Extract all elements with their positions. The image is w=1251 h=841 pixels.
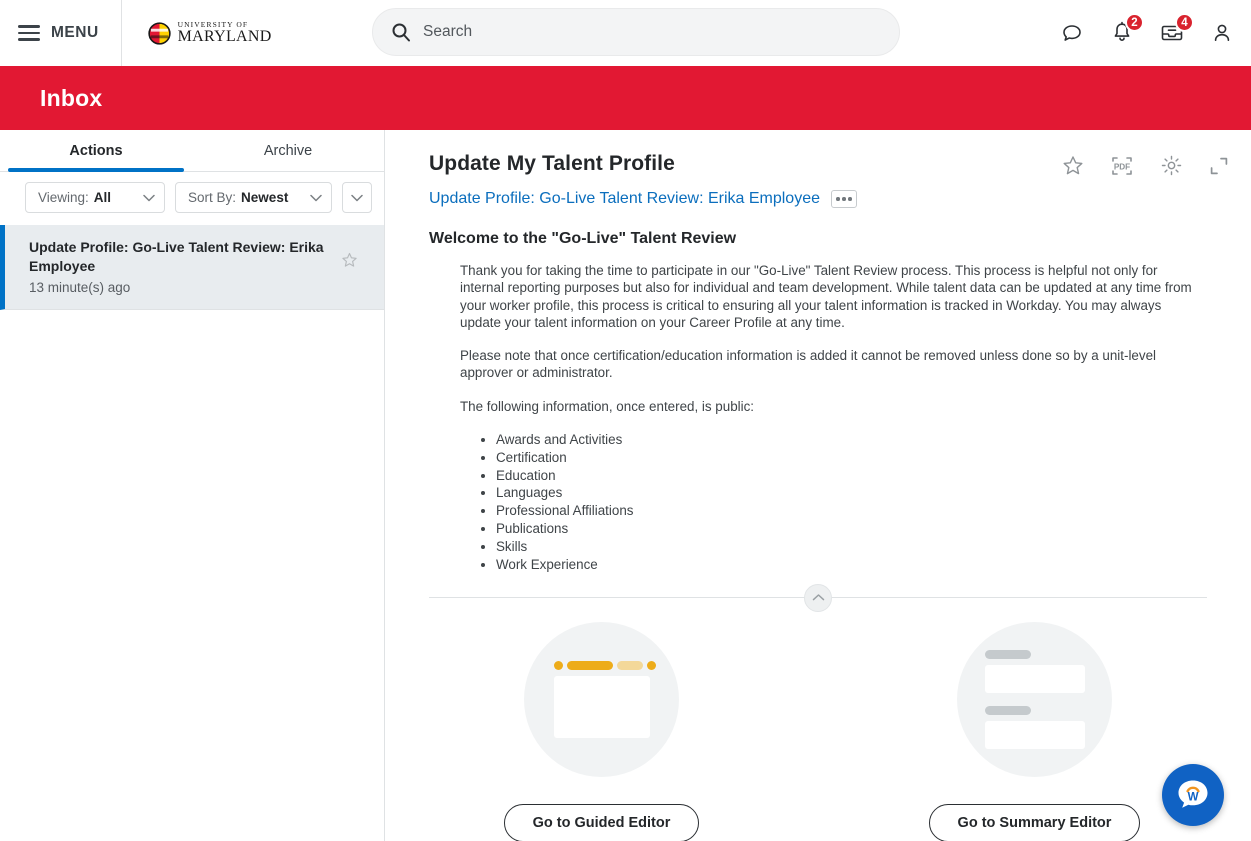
message-title: Update Profile: Go-Live Talent Review: E…: [29, 239, 324, 274]
chevron-up-icon: [812, 594, 824, 601]
favorite-star-icon[interactable]: [341, 252, 358, 274]
list-item: Languages: [496, 484, 1199, 502]
global-search[interactable]: Search: [372, 8, 900, 56]
task-header: Update My Talent Profile Update Profile:…: [385, 130, 1251, 208]
search-icon: [392, 23, 410, 42]
expand-fullscreen-icon[interactable]: [1209, 156, 1229, 176]
list-item[interactable]: Update Profile: Go-Live Talent Review: E…: [0, 225, 384, 310]
go-to-guided-editor-button[interactable]: Go to Guided Editor: [503, 803, 700, 841]
logo-line-university-of: UNIVERSITY OF: [177, 19, 249, 29]
top-navigation-bar: MENU UNIVERSITY OF MARYLAND Search 2 4: [0, 0, 1251, 66]
list-item: Certification: [496, 449, 1199, 467]
paragraph-public-intro: The following information, once entered,…: [460, 398, 755, 414]
chevron-down-icon: [143, 194, 155, 201]
search-placeholder: Search: [423, 23, 473, 40]
task-header-icon-group: PDF: [1062, 154, 1229, 177]
inbox-message-list: Update Profile: Go-Live Talent Review: E…: [0, 225, 384, 310]
tab-archive-label: Archive: [263, 142, 313, 159]
more-filters-button[interactable]: [341, 182, 372, 213]
list-item: Publications: [496, 520, 1199, 538]
main-menu-label: MENU: [51, 24, 99, 41]
settings-gear-icon[interactable]: [1160, 154, 1183, 177]
sort-by-value: Newest: [241, 190, 289, 205]
page-title: Inbox: [40, 84, 103, 111]
viewing-filter-select[interactable]: Viewing: All: [25, 182, 166, 213]
paragraph-note: Please note that once certification/educ…: [460, 348, 1156, 381]
inbox-tray-icon[interactable]: 4: [1159, 13, 1194, 46]
message-timestamp: 13 minute(s) ago: [29, 279, 131, 295]
viewing-filter-value: All: [93, 190, 112, 205]
tab-actions[interactable]: Actions: [0, 130, 192, 172]
umd-shield-icon: [147, 21, 171, 45]
related-actions-icon[interactable]: [831, 190, 857, 208]
chevron-down-icon: [351, 194, 363, 201]
go-to-summary-editor-button[interactable]: Go to Summary Editor: [928, 803, 1141, 841]
section-divider: [429, 583, 1207, 612]
hamburger-menu-icon: [18, 25, 40, 41]
task-content-panel: Update My Talent Profile Update Profile:…: [385, 130, 1251, 841]
collapse-section-button[interactable]: [804, 583, 832, 612]
top-bar-icon-group: 2 4: [1059, 0, 1235, 66]
chevron-down-icon: [310, 194, 322, 201]
list-item: Skills: [496, 538, 1199, 556]
task-subtitle-link[interactable]: Update Profile: Go-Live Talent Review: E…: [429, 190, 820, 208]
main-menu-button[interactable]: MENU: [0, 0, 122, 66]
export-pdf-icon[interactable]: PDF: [1110, 155, 1134, 177]
page-banner: Inbox: [0, 66, 1251, 130]
search-input[interactable]: Search: [372, 8, 900, 56]
university-of-maryland-logo[interactable]: UNIVERSITY OF MARYLAND: [147, 19, 272, 46]
list-item: Work Experience: [496, 556, 1199, 574]
public-information-list: Awards and Activities Certification Educ…: [496, 431, 1199, 574]
assistant-letter: W: [1188, 792, 1199, 804]
guided-editor-illustration-icon: [524, 621, 679, 777]
logo-line-maryland: MARYLAND: [177, 28, 272, 46]
inbox-filter-row: Viewing: All Sort By: Newest: [0, 172, 384, 223]
list-item: Professional Affiliations: [496, 502, 1199, 520]
inbox-tabs: Actions Archive: [0, 130, 384, 172]
viewing-filter-label: Viewing:: [38, 190, 89, 205]
editor-choice-section: Go to Guided Editor A simple step-by-ste…: [385, 621, 1251, 841]
inbox-left-panel: Actions Archive Viewing: All Sort By: Ne…: [0, 130, 385, 841]
notifications-badge-count: 2: [1125, 13, 1144, 32]
sort-by-label: Sort By:: [188, 190, 237, 205]
svg-text:PDF: PDF: [1114, 162, 1130, 171]
tab-actions-label: Actions: [69, 142, 123, 159]
task-body: Welcome to the "Go-Live" Talent Review T…: [385, 208, 1251, 574]
profile-person-icon[interactable]: [1209, 20, 1235, 46]
task-subtitle-row: Update Profile: Go-Live Talent Review: E…: [429, 190, 1221, 208]
list-item: Awards and Activities: [496, 431, 1199, 449]
welcome-heading: Welcome to the "Go-Live" Talent Review: [429, 230, 737, 247]
tab-archive[interactable]: Archive: [192, 130, 384, 171]
workday-assistant-icon: W: [1178, 780, 1208, 808]
sort-by-select[interactable]: Sort By: Newest: [175, 182, 332, 213]
list-item: Education: [496, 467, 1199, 485]
summary-editor-illustration-icon: [957, 621, 1112, 777]
chat-icon[interactable]: [1059, 20, 1085, 46]
notifications-bell-icon[interactable]: 2: [1109, 13, 1144, 46]
workday-assistant-button[interactable]: W: [1162, 764, 1224, 826]
favorite-star-icon[interactable]: [1062, 155, 1084, 177]
inbox-badge-count: 4: [1175, 13, 1194, 32]
guided-editor-card: Go to Guided Editor A simple step-by-ste…: [385, 621, 818, 841]
paragraph-intro: Thank you for taking the time to partici…: [460, 263, 1192, 330]
